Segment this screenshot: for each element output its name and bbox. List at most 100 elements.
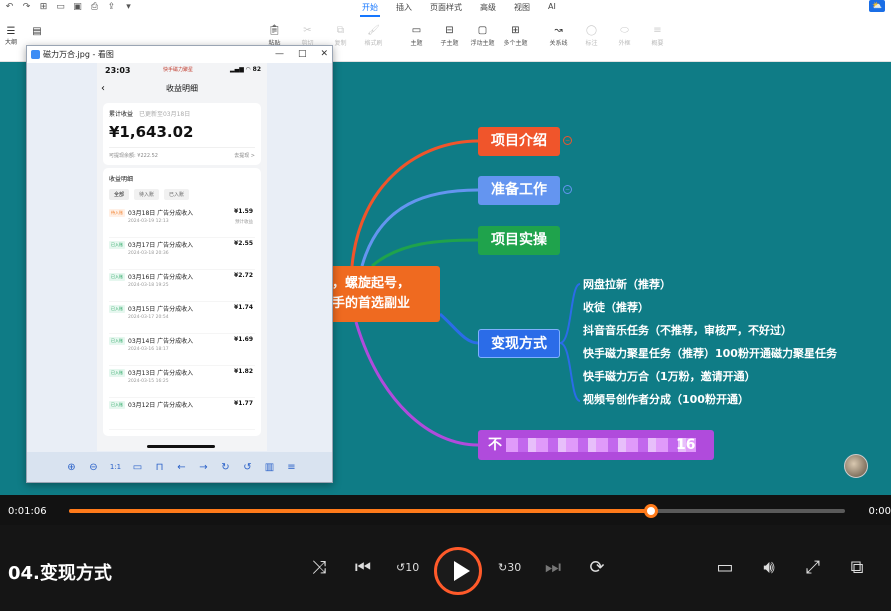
window-buttons: — □ ✕ [275, 46, 328, 63]
list-item: 已入账 03月16日 广告分成收入 2024-03-18 19:25 ¥2.72 [109, 270, 255, 302]
collapse-toggle-icon[interactable]: − [563, 185, 572, 194]
row-title: 03月17日 广告分成收入 [128, 242, 194, 249]
menu-tab[interactable]: AI [546, 2, 558, 17]
forward-30-icon[interactable]: ↻30 [498, 561, 521, 574]
row-amount: ¥1.74 [234, 304, 253, 311]
shuffle-icon[interactable]: ⤨ [308, 557, 330, 578]
subtopic-item[interactable]: 抖音音乐任务（不推荐，审核严，不好过） [583, 322, 792, 338]
central-topic-line1: ，螺旋起号， [332, 276, 411, 291]
subtopic-item[interactable]: 网盘拉新（推荐） [583, 276, 671, 292]
export-icon[interactable]: ⇪ [106, 2, 117, 12]
slideshow-icon[interactable]: ⊓ [153, 462, 166, 473]
outline-icon: ☰ [6, 26, 16, 37]
branch-monetize[interactable]: 变现方式 [478, 329, 560, 358]
open-folder-icon[interactable]: ▭ [131, 462, 144, 473]
viewer-title: 磁力万合.jpg - 看图 [43, 50, 114, 59]
toolbar-label: 多个主题 [503, 40, 528, 47]
toolbar-button[interactable]: ⧉ 复制 [324, 24, 357, 47]
redo-icon[interactable]: ↷ [21, 2, 32, 12]
viewer-titlebar[interactable]: 磁力万合.jpg - 看图 — □ ✕ [27, 46, 332, 63]
toolbar-button[interactable]: ≡ 概要 [641, 24, 674, 47]
seek-bar[interactable] [69, 504, 845, 518]
earnings-label: 累计收益 [109, 111, 134, 118]
menu-tab[interactable]: 页面样式 [428, 2, 464, 17]
link-monetize [439, 312, 479, 345]
more-chevron-icon[interactable]: ▾ [123, 2, 134, 12]
maximize-icon[interactable]: □ [298, 46, 307, 63]
cloud-icon[interactable]: ⛅ [869, 0, 885, 12]
menu-tab[interactable]: 视图 [512, 2, 532, 17]
close-icon[interactable]: ✕ [320, 46, 328, 63]
zoom-in-icon[interactable]: ⊕ [65, 462, 78, 473]
toolbar-button[interactable]: 🖌︎ 格式刷 [357, 24, 390, 47]
detail-tab: 已入账 [164, 189, 190, 200]
progress-area: 0:01:06 0:00 [0, 495, 891, 525]
toolbar-label: 主题 [410, 40, 423, 47]
status-badge: 已入账 [109, 305, 125, 313]
toolbar-label: 概要 [651, 40, 664, 47]
outline-button[interactable]: ☰ 大纲 [0, 26, 22, 46]
earnings-card: 累计收益 已更新至03月18日 ¥1,643.02 可提现余额: ¥222.52… [103, 103, 261, 165]
delete-icon[interactable]: ▥ [263, 462, 276, 473]
zoom-out-icon[interactable]: ⊖ [87, 462, 100, 473]
outline-label: 大纲 [4, 39, 17, 46]
toolbar-button[interactable]: ⬭ 外框 [608, 24, 641, 47]
prev-image-icon[interactable]: ← [175, 462, 188, 473]
seek-knob[interactable] [644, 504, 658, 518]
detail-tabs: 全部 待入账 已入账 [109, 189, 255, 200]
branch-practice[interactable]: 项目实操 [478, 226, 560, 255]
subtopic-item[interactable]: 视频号创作者分成（100粉开通） [583, 391, 749, 407]
collapse-toggle-icon[interactable]: − [563, 136, 572, 145]
toolbar-button[interactable]: 📋︎ 粘贴 [258, 24, 291, 47]
save-icon[interactable]: ▣ [72, 2, 83, 12]
toolbar-button[interactable]: ↝ 关系线 [542, 24, 575, 47]
branch-last[interactable]: 不 16 [478, 430, 714, 460]
document-button[interactable]: ▤ [26, 26, 48, 37]
previous-track-icon[interactable]: ⏮ [352, 557, 374, 578]
toolbar-button[interactable]: ▢ 浮动主题 [466, 24, 499, 47]
menu-tab[interactable]: 插入 [394, 2, 414, 17]
minimize-icon[interactable]: — [275, 46, 284, 63]
menu-tab[interactable]: 开始 [360, 2, 380, 17]
branch-intro[interactable]: 项目介绍 [478, 127, 560, 156]
menu-tab[interactable]: 高级 [478, 2, 498, 17]
actual-size-icon[interactable]: 1:1 [109, 463, 122, 471]
rewind-10-icon[interactable]: ↺10 [396, 561, 420, 574]
central-topic[interactable]: ，螺旋起号， 手的首选副业 [326, 266, 440, 322]
subtitles-icon[interactable]: ▭ [714, 557, 736, 578]
earnings-footer: 可提现余额: ¥222.52 去提现 > [109, 147, 255, 159]
menu-icon[interactable]: ≡ [285, 462, 298, 473]
print-icon[interactable]: ⎙ [89, 2, 100, 12]
link-intro [350, 139, 479, 267]
row-date: 2024-03-17 20:54 [128, 315, 169, 320]
rotate-right-icon[interactable]: ↻ [219, 462, 232, 473]
toolbar-button[interactable]: ◯ 标注 [575, 24, 608, 47]
battery-level: 82 [252, 66, 261, 73]
subtopic-item[interactable]: 收徒（推荐） [583, 299, 649, 315]
rewind-label: 10 [405, 561, 420, 574]
rotate-left-icon[interactable]: ↺ [241, 462, 254, 473]
subtopic-item[interactable]: 快手磁力聚星任务（推荐）100粉开通磁力聚星任务 [583, 345, 837, 361]
open-folder-icon[interactable]: ▭ [55, 2, 66, 12]
picture-in-picture-icon[interactable]: ⧉ [846, 557, 868, 578]
branch-prep[interactable]: 准备工作 [478, 176, 560, 205]
next-image-icon[interactable]: → [197, 462, 210, 473]
toolbar-button[interactable]: ▭ 主题 [400, 24, 433, 47]
fullscreen-icon[interactable]: ⤢ [802, 557, 824, 578]
subtopic-item[interactable]: 快手磁力万合（1万粉，邀请开通） [583, 368, 756, 384]
new-file-icon[interactable]: ⊞ [38, 2, 49, 12]
next-track-icon[interactable]: ⏭ [542, 557, 564, 578]
ribbon-tools: 📋︎ 粘贴 ✂ 剪切 ⧉ 复制 🖌︎ 格式刷 ▭ 主题 ⊟ 子主题 ▢ 浮动主题 ⊞ 多个主题 ↝ 关系线 ◯ 标注 ⬭… [258, 24, 674, 47]
row-amount: ¥2.55 [234, 240, 253, 247]
link-last [354, 321, 479, 447]
toolbar-button[interactable]: ✂ 剪切 [291, 24, 324, 47]
play-button[interactable] [434, 547, 482, 595]
list-item: 待入账 03月18日 广告分成收入 2024-03-19 12:13 ¥1.59 预计收… [109, 206, 255, 238]
loop-icon[interactable]: ⟳ [586, 557, 608, 578]
status-badge: 待入账 [109, 209, 125, 217]
toolbar-button[interactable]: ⊞ 多个主题 [499, 24, 532, 47]
volume-icon[interactable]: 🔊︎ [758, 557, 780, 578]
toolbar-button[interactable]: ⊟ 子主题 [433, 24, 466, 47]
undo-icon[interactable]: ↶ [4, 2, 15, 12]
menu-tabs: 开始 插入 页面样式 高级 视图 AI [360, 2, 558, 17]
